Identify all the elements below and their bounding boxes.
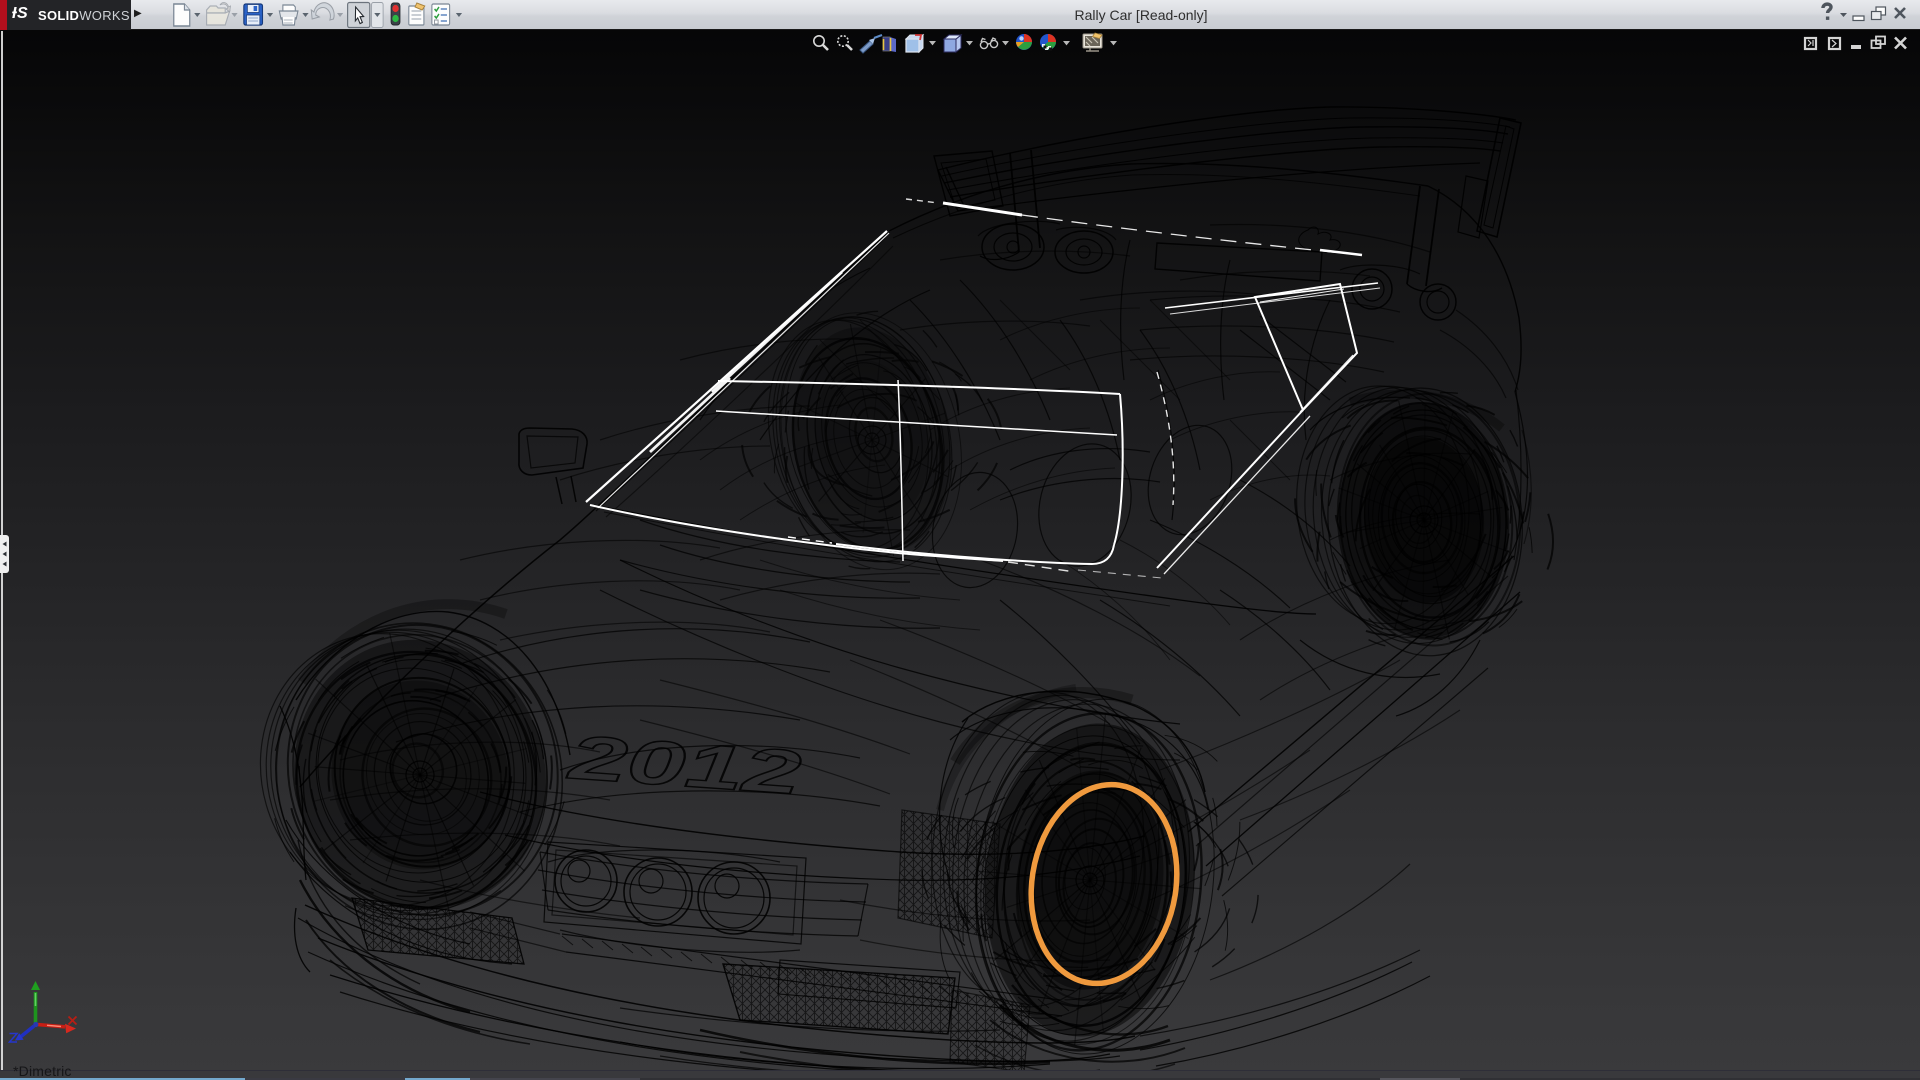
svg-text:2012: 2012 xyxy=(565,723,803,808)
